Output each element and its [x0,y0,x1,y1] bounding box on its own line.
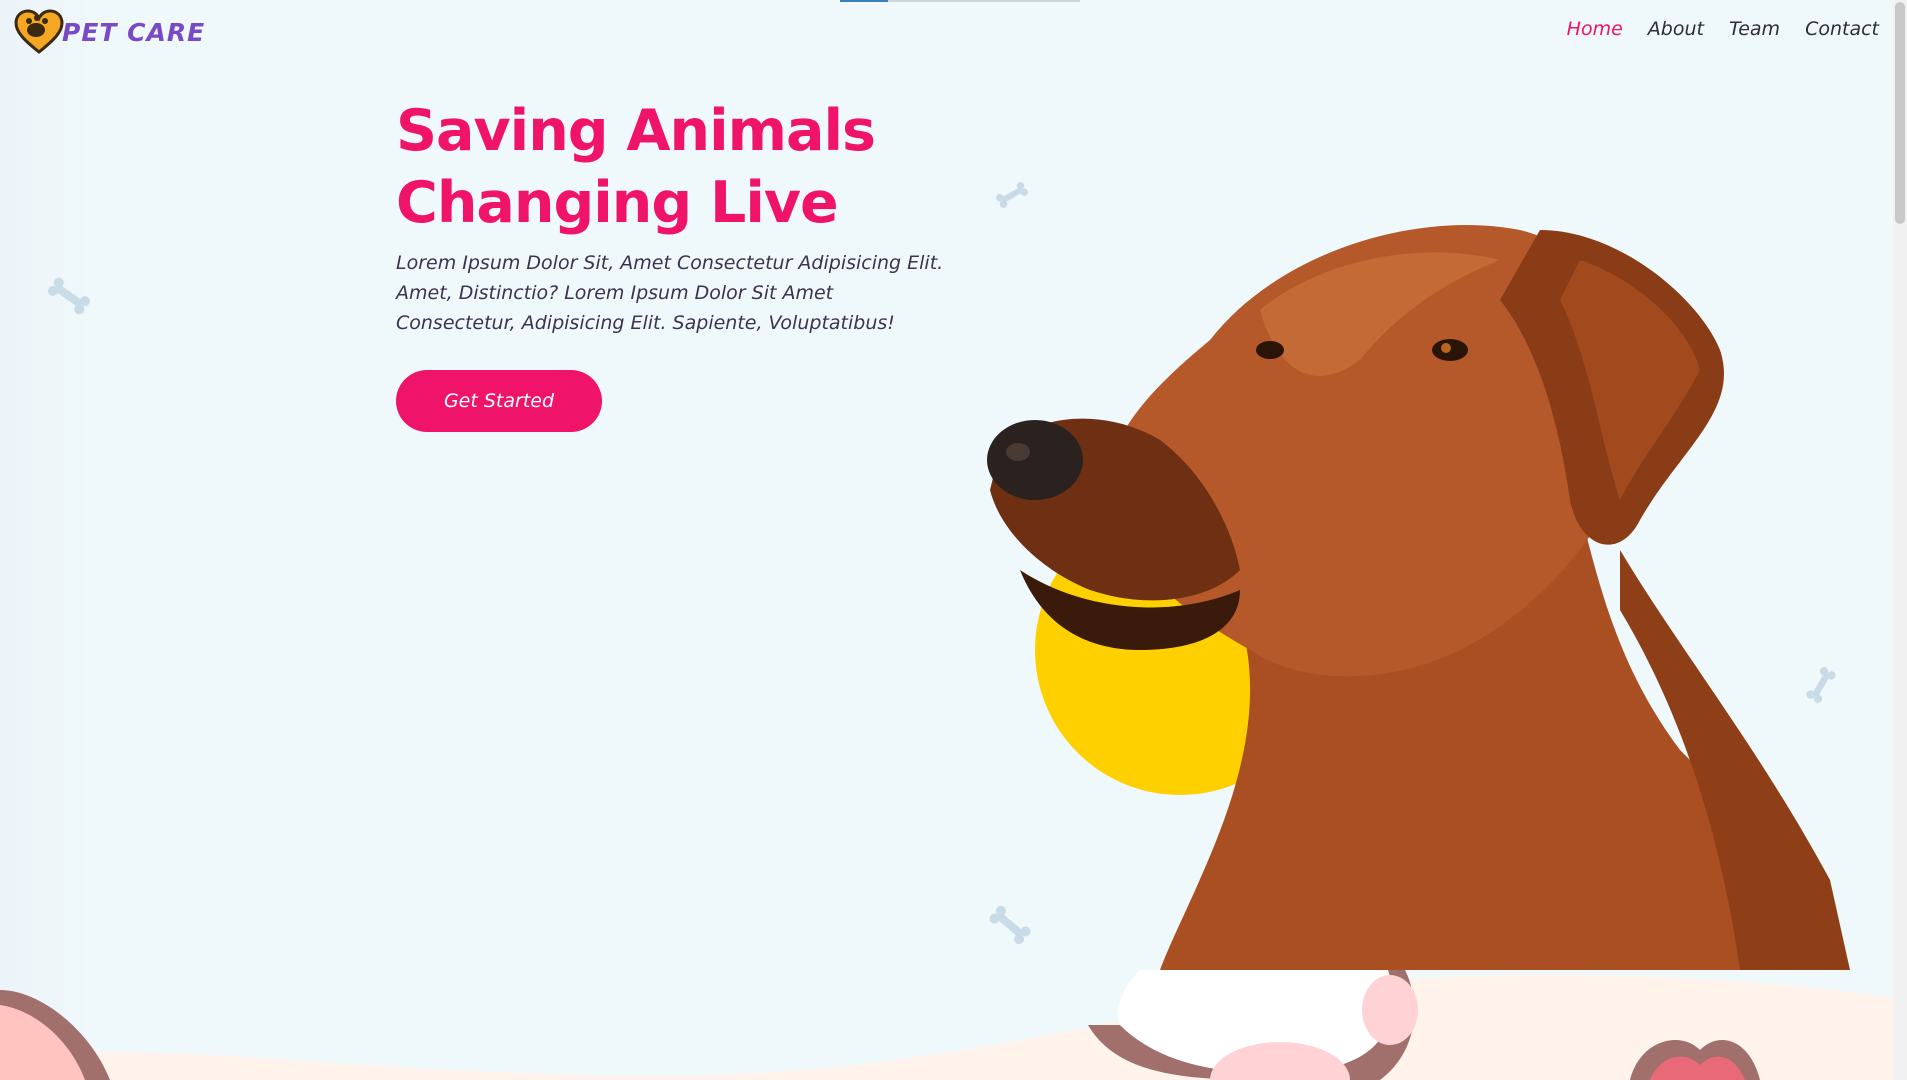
hero-title-line-2: Changing Live [396,170,839,236]
get-started-button[interactable]: Get Started [396,370,602,432]
bone-icon [48,277,90,315]
nav-contact[interactable]: Contact [1805,18,1879,40]
nav-team[interactable]: Team [1729,18,1780,40]
main-nav: Home About Team Contact [1567,18,1879,40]
bottom-wave [0,970,1907,1080]
brand-name: PET CARE [62,17,206,47]
hero-description: Lorem Ipsum Dolor Sit, Amet Consectetur … [396,252,944,334]
scrollbar-thumb[interactable] [1895,2,1905,224]
brand-logo[interactable]: PET CARE [14,8,205,56]
paw-illustration [1088,970,1418,1080]
hero-illustration [987,224,1850,970]
site-header: PET CARE Home About Team Contact [0,0,1893,64]
nav-about[interactable]: About [1648,18,1704,40]
nav-home[interactable]: Home [1567,18,1623,40]
page-scrollbar[interactable] [1893,0,1907,1080]
hero-title-line-1: Saving Animals [396,98,876,164]
background-left-shade [0,0,100,1080]
heart-paw-logo-icon [14,9,64,54]
hero-title: Saving Animals Changing Live [396,95,876,239]
